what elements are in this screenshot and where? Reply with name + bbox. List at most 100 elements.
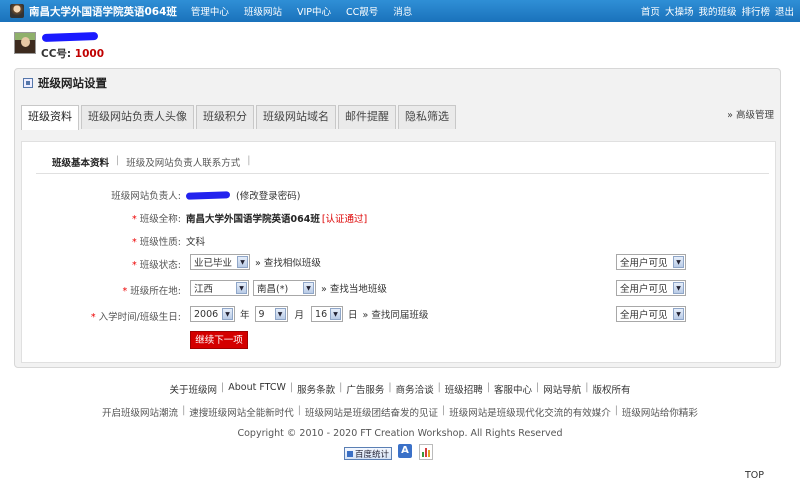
tab-email-reminder[interactable]: 邮件提醒 [338, 105, 396, 129]
baidu-stats-icon [347, 450, 353, 457]
chevron-down-icon: ▼ [673, 282, 684, 294]
date-label: * 入学时间/班级生日: [91, 309, 181, 323]
cnzz-chart-icon[interactable] [419, 444, 434, 460]
footer-link-copyright[interactable]: 版权所有 [592, 382, 630, 396]
slogan[interactable]: 速搜班级网站全能新时代 [189, 405, 294, 419]
status-label-text: 班级状态: [139, 260, 181, 271]
footer-link-about[interactable]: 关于班级网 [170, 382, 218, 396]
year-select[interactable]: 2006 ▼ [190, 306, 235, 322]
slogan[interactable]: 班级网站是班级现代化交流的有效媒介 [449, 405, 611, 419]
copyright-text: Copyright © 2010 - 2020 FT Creation Work… [237, 428, 563, 439]
sub-nav: 班级基本资料 | 班级及网站负责人联系方式 | [52, 155, 257, 169]
tab-class-points[interactable]: 班级积分 [196, 105, 254, 129]
subnav-basic-info[interactable]: 班级基本资料 [52, 155, 109, 169]
find-similar-link[interactable]: » 查找相似班级 [255, 255, 321, 269]
footer-link-sitemap[interactable]: 网站导航 [543, 382, 581, 396]
tab-domain[interactable]: 班级网站域名 [256, 105, 336, 129]
footer-sep: | [437, 382, 441, 393]
divider [36, 173, 769, 174]
year-unit: 年 [240, 310, 250, 321]
day-value: 16 [315, 308, 328, 320]
location-visibility-select[interactable]: 全用户可见 ▼ [616, 280, 686, 296]
footer-sep: | [182, 405, 186, 416]
footer-link-ads[interactable]: 广告服务 [346, 382, 384, 396]
tab-owner-avatar[interactable]: 班级网站负责人头像 [81, 105, 194, 129]
chevron-down-icon: ▼ [274, 308, 286, 320]
verified-badge: [认证通过] [321, 214, 368, 225]
find-same-year-link[interactable]: » 查找同届班级 [363, 307, 429, 321]
cc-label: CC号: [41, 48, 72, 60]
month-select[interactable]: 9 ▼ [254, 306, 288, 322]
link-my-class[interactable]: 我的班级 [698, 4, 736, 18]
nav-management-center[interactable]: 管理中心 [191, 4, 229, 18]
nav-cc-number[interactable]: CC靓号 [346, 4, 378, 18]
advanced-management-link[interactable]: » 高级管理 [727, 107, 774, 121]
top-right-links: 首页 大操场 我的班级 排行榜 退出 [636, 0, 794, 22]
chevron-down-icon: ▼ [303, 282, 314, 294]
status-controls: 业已毕业 ▼ » 查找相似班级 [190, 254, 321, 270]
location-controls: 江西 ▼ 南昌(*) ▼ » 查找当地班级 [190, 280, 387, 296]
footer-slogans: 开启班级网站潮流 | 速搜班级网站全能新时代 | 班级网站是班级团结奋发的见证 | 班… [0, 405, 800, 419]
year-value: 2006 [194, 308, 219, 320]
slogan[interactable]: 开启班级网站潮流 [102, 405, 178, 419]
find-local-link[interactable]: » 查找当地班级 [321, 281, 387, 295]
settings-panel: 班级网站设置 班级资料 班级网站负责人头像 班级积分 班级网站域名 邮件提醒 隐… [14, 68, 781, 368]
city-value: 南昌(*) [257, 284, 289, 295]
site-title[interactable]: 南昌大学外国语学院英语064班 [29, 4, 177, 19]
footer-link-support[interactable]: 客服中心 [494, 382, 532, 396]
footer-link-about-ftcw[interactable]: About FTCW [228, 382, 286, 396]
change-password-link[interactable]: (修改登录密码) [236, 188, 300, 202]
a-badge-icon[interactable]: A [398, 444, 413, 458]
city-select[interactable]: 南昌(*) ▼ [253, 280, 316, 296]
status-row: * 班级状态: 业已毕业 ▼ » 查找相似班级 全用户可见 ▼ [22, 253, 777, 273]
username-redacted [41, 32, 99, 42]
status-visibility-select[interactable]: 全用户可见 ▼ [616, 254, 686, 270]
slogan[interactable]: 班级网站是班级团结奋发的见证 [305, 405, 438, 419]
footer: 关于班级网 | About FTCW | 服务条款 | 广告服务 | 商务洽谈 | 班级招… [0, 382, 800, 460]
month-unit: 月 [294, 310, 305, 321]
day-select[interactable]: 16 ▼ [311, 306, 344, 322]
date-label-text: 入学时间/班级生日: [98, 312, 181, 323]
owner-label: 班级网站负责人: [111, 191, 181, 202]
footer-link-business[interactable]: 商务洽谈 [396, 382, 434, 396]
province-select[interactable]: 江西 ▼ [190, 280, 249, 296]
footer-sep: | [289, 382, 294, 393]
nav-class-website[interactable]: 班级网站 [244, 4, 282, 18]
slogan[interactable]: 班级网站给你精彩 [622, 405, 698, 419]
baidu-stats-badge[interactable]: 百度统计 [344, 447, 393, 460]
fullname-label-text: 班级全称: [139, 214, 181, 225]
class-avatar-icon [10, 4, 24, 18]
date-visibility-select[interactable]: 全用户可见 ▼ [616, 306, 686, 322]
nav-vip-center[interactable]: VIP中心 [297, 4, 331, 18]
user-avatar[interactable] [14, 32, 36, 54]
nav-messages[interactable]: 消息 [393, 4, 412, 18]
back-to-top-link[interactable]: TOP [745, 470, 764, 481]
link-ranking[interactable]: 排行榜 [741, 4, 770, 18]
nature-label-text: 班级性质: [139, 237, 181, 248]
month-value: 9 [258, 308, 265, 320]
link-playground[interactable]: 大操场 [665, 4, 694, 18]
status-select[interactable]: 业已毕业 ▼ [190, 254, 250, 270]
tab-class-info[interactable]: 班级资料 [21, 105, 79, 130]
footer-sep: | [297, 405, 301, 416]
footer-link-jobs[interactable]: 班级招聘 [445, 382, 483, 396]
fullname-label: * 班级全称: [132, 211, 181, 225]
visibility-value: 全用户可见 [620, 258, 668, 269]
link-home[interactable]: 首页 [641, 4, 660, 18]
footer-sep: | [339, 382, 343, 393]
status-select-value: 业已毕业 [194, 258, 233, 269]
tab-privacy-filter[interactable]: 隐私筛选 [398, 105, 456, 129]
cc-number-label: CC号: 1000 [41, 46, 104, 61]
settings-icon [23, 78, 33, 88]
stats-badges: 百度统计 A [344, 444, 434, 460]
fullname-row: * 班级全称: 南昌大学外国语学院英语064班 [认证通过] [22, 207, 777, 227]
subnav-contact[interactable]: 班级及网站负责人联系方式 [126, 155, 240, 169]
next-step-button[interactable]: 继续下一项 [190, 331, 248, 349]
footer-link-terms[interactable]: 服务条款 [297, 382, 335, 396]
chevron-down-icon: ▼ [237, 256, 248, 268]
chevron-down-icon: ▼ [236, 282, 247, 294]
location-label: * 班级所在地: [123, 283, 181, 297]
link-logout[interactable]: 退出 [775, 4, 794, 18]
footer-sep: | [388, 382, 392, 393]
form-container: 班级基本资料 | 班级及网站负责人联系方式 | 班级网站负责人: (修改登录密码… [21, 141, 776, 363]
